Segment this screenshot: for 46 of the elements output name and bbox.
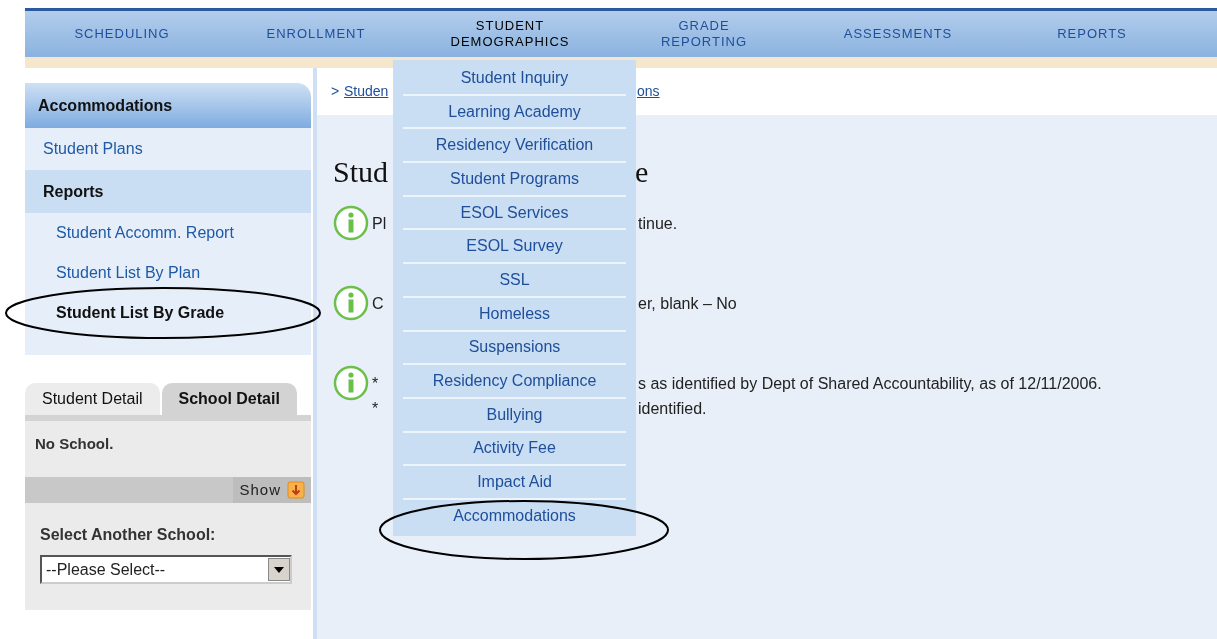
sidebar-link[interactable]: Student List By Plan [25, 253, 311, 293]
sidebar-link[interactable]: Student Accomm. Report [25, 213, 311, 253]
sidebar-link[interactable]: Student Plans [25, 128, 311, 170]
nav-tab[interactable]: ASSESSMENTS [801, 11, 995, 57]
info-text: tinue. [638, 215, 678, 232]
menu-item[interactable]: Student Programs [393, 163, 636, 195]
school-message: No School. [34, 434, 115, 454]
info-text: * [372, 375, 379, 392]
nav-tab[interactable]: ENROLLMENT [219, 11, 413, 57]
menu-item[interactable]: Impact Aid [393, 466, 636, 498]
info-text: C [372, 295, 384, 312]
menu-item[interactable]: ESOL Services [393, 196, 636, 229]
menu-item[interactable]: Residency Verification [393, 129, 636, 162]
info-text: er, blank – No [638, 295, 737, 312]
info-icon [333, 365, 369, 401]
nav-tab[interactable]: GRADE REPORTING [607, 11, 801, 57]
panel-tab[interactable]: Student Detail [25, 383, 160, 415]
page-title: e [635, 154, 649, 188]
breadcrumb-link[interactable]: ons [637, 81, 660, 102]
panel-tab[interactable]: School Detail [161, 383, 297, 415]
menu-item[interactable]: Homeless [393, 297, 636, 330]
menu-item[interactable]: Residency Compliance [393, 365, 636, 397]
nav-tab[interactable]: STUDENT DEMOGRAPHICS [413, 11, 607, 57]
info-text: s as identified by Dept of Shared Accountability, as of 12/11/2006. [638, 375, 1102, 392]
school-select[interactable]: --Please Select-- [40, 555, 292, 584]
menu-item[interactable]: Student Inquiry [393, 62, 636, 94]
menu-item[interactable]: Activity Fee [393, 432, 636, 465]
breadcrumb-marker: > [331, 82, 341, 101]
select-label: Select Another School: [39, 525, 217, 545]
info-text: Pl [372, 215, 387, 232]
info-icon [333, 205, 369, 241]
menu-item[interactable]: Bullying [393, 398, 636, 431]
sidebar-header: Accommodations [25, 83, 311, 128]
menu-item[interactable]: Learning Academy [393, 95, 636, 128]
nav-tab[interactable]: SCHEDULING [25, 11, 219, 57]
info-text: * [372, 400, 379, 417]
nav-tab[interactable]: REPORTS [995, 11, 1189, 57]
page-title: Stud [333, 154, 389, 188]
menu-item[interactable]: ESOL Survey [393, 230, 636, 263]
sidebar-section-header: Reports [25, 170, 311, 213]
info-icon [333, 285, 369, 321]
show-button[interactable]: Show [233, 477, 311, 503]
menu-item[interactable]: Suspensions [393, 331, 636, 364]
sidebar-link[interactable]: Student List By Grade [25, 293, 311, 333]
info-text: identified. [638, 400, 707, 417]
menu-item[interactable]: SSL [393, 264, 636, 296]
